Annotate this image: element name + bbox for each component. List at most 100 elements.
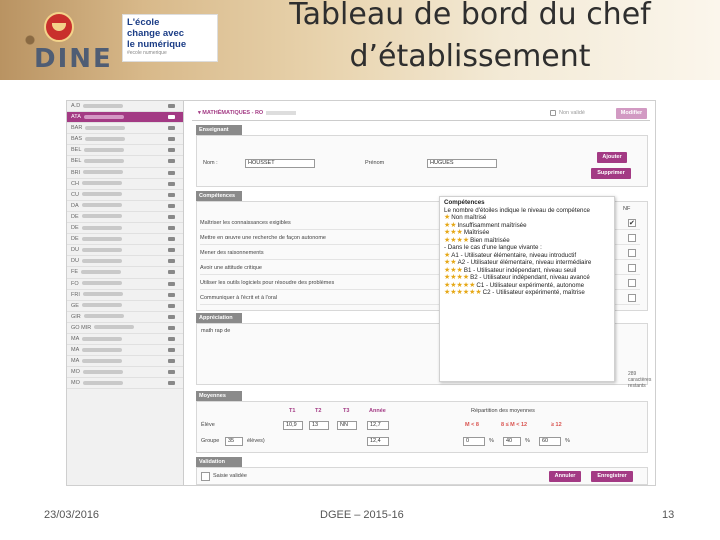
pct-ge12-field[interactable]: 60 [539,437,561,446]
toggle-icon[interactable] [168,303,175,308]
sidebar-item-label: GO MIR [71,324,92,331]
groupe-unit: élèves) [247,438,265,444]
sidebar-item-student[interactable]: BEL [67,145,183,157]
ajouter-button[interactable]: Ajouter [597,152,627,163]
dine-logo: DINE [34,44,113,74]
redacted-name [82,347,123,352]
toggle-icon[interactable] [168,203,175,208]
sidebar-item-student[interactable]: BRI [67,168,183,179]
pct-lt8-field[interactable]: 0 [463,437,485,446]
legend-text: Bien maîtrisée [470,236,510,244]
supprimer-button[interactable]: Supprimer [591,168,631,179]
pct-mid-field[interactable]: 40 [503,437,521,446]
redacted-name [81,258,122,263]
toggle-icon[interactable] [168,126,175,131]
toggle-icon[interactable] [168,325,175,330]
toggle-icon[interactable] [168,336,175,341]
sidebar-item-student[interactable]: MA [67,356,183,368]
toggle-icon[interactable] [168,170,175,175]
ecole-line2: change avec [127,28,185,39]
sidebar-item-student[interactable]: BAR [67,123,183,135]
redacted-name [82,336,123,341]
sidebar-item-student[interactable]: GIR [67,312,183,323]
eleve-t3-field[interactable]: NN [337,421,357,430]
sidebar-item-label: DE [71,213,79,220]
toggle-icon[interactable] [168,292,175,297]
sidebar-item-student[interactable]: ATA [67,112,183,124]
sidebar-item-student[interactable]: BAS [67,134,183,146]
redacted-name [81,247,122,252]
sidebar-item-student[interactable]: CU [67,190,183,201]
appreciation-tab: Appréciation [196,313,242,323]
toggle-icon[interactable] [168,281,175,286]
toggle-icon[interactable] [168,237,175,242]
annuler-button[interactable]: Annuler [549,471,581,482]
toggle-icon[interactable] [168,159,175,164]
redacted-name [84,147,125,152]
ecole-line3: le numérique [127,39,187,50]
m-lt8-label: M < 8 [465,422,479,428]
eleve-annee-field[interactable]: 12,7 [367,421,389,430]
toggle-icon[interactable] [168,359,175,364]
nf-checkbox[interactable] [628,249,636,257]
nf-checkbox[interactable] [628,264,636,272]
toggle-icon[interactable] [168,181,175,186]
nf-checkbox[interactable] [628,294,636,302]
sidebar-item-student[interactable]: DU [67,256,183,268]
sidebar-item-student[interactable]: BEL [67,156,183,168]
sidebar-item-label: FRI [71,291,80,298]
nf-checkbox[interactable]: ✔ [628,219,636,227]
sidebar-item-student[interactable]: GO MIR [67,323,183,334]
nf-checkbox[interactable] [628,279,636,287]
sidebar-item-label: BEL [71,158,82,165]
sidebar-item-student[interactable]: DA [67,201,183,212]
sidebar-item-student[interactable]: MO [67,367,183,379]
redacted-name [82,369,123,374]
eleve-t1-field[interactable]: 10,9 [283,421,303,430]
panel-title[interactable]: ▾ MATHÉMATIQUES - RO [198,110,297,116]
sidebar-item-student[interactable]: FO [67,279,183,290]
enregistrer-button[interactable]: Enregistrer [591,471,633,482]
toggle-icon[interactable] [168,137,175,142]
competence-label: Communiquer à l'écrit et à l'oral [200,295,277,301]
groupe-annee-field[interactable]: 12,4 [367,437,389,446]
toggle-icon[interactable] [168,226,175,231]
sidebar-item-student[interactable]: CH [67,179,183,190]
toggle-icon[interactable] [168,104,175,108]
saisie-validee-checkbox[interactable] [201,472,210,481]
redacted-name [81,214,122,219]
eleve-t2-field[interactable]: 13 [309,421,329,430]
legend-level: ★★ A2 - Utilisateur élémentaire, niveau i… [444,259,610,267]
sidebar-item-student[interactable]: MO [67,378,183,390]
toggle-icon[interactable] [168,270,175,275]
sidebar-item-student[interactable]: GE [67,301,183,312]
sidebar-item-student[interactable]: DU [67,245,183,257]
sidebar-item-student[interactable]: DE [67,223,183,235]
sidebar-item-student[interactable]: MA [67,345,183,357]
sidebar-item-student[interactable]: FRI [67,290,183,301]
appreciation-text[interactable]: math rap de [201,328,230,334]
toggle-icon[interactable] [168,259,175,264]
modifier-button[interactable]: Modifier [616,108,647,119]
sidebar-item-student[interactable]: DE [67,212,183,224]
sidebar-item-student[interactable]: DE [67,234,183,246]
nom-field[interactable]: HOUSSET [245,159,315,168]
nf-label: NF [623,206,631,212]
sidebar-item-student[interactable]: A.D [67,101,183,113]
toggle-icon[interactable] [168,370,175,375]
toggle-icon[interactable] [168,248,175,253]
prenom-field[interactable]: HUGUES [427,159,497,168]
sidebar-item-student[interactable]: MA [67,334,183,346]
toggle-icon[interactable] [168,348,175,353]
t1-header: T1 [289,408,296,414]
sidebar-item-label: MA [71,347,80,354]
toggle-icon[interactable] [168,381,175,386]
groupe-count-field[interactable]: 35 [225,437,243,446]
toggle-icon[interactable] [168,314,175,319]
toggle-icon[interactable] [168,148,175,153]
nf-checkbox[interactable] [628,234,636,242]
sidebar-item-student[interactable]: FE [67,267,183,279]
toggle-icon[interactable] [168,192,175,197]
toggle-icon[interactable] [168,115,175,120]
toggle-icon[interactable] [168,214,175,219]
